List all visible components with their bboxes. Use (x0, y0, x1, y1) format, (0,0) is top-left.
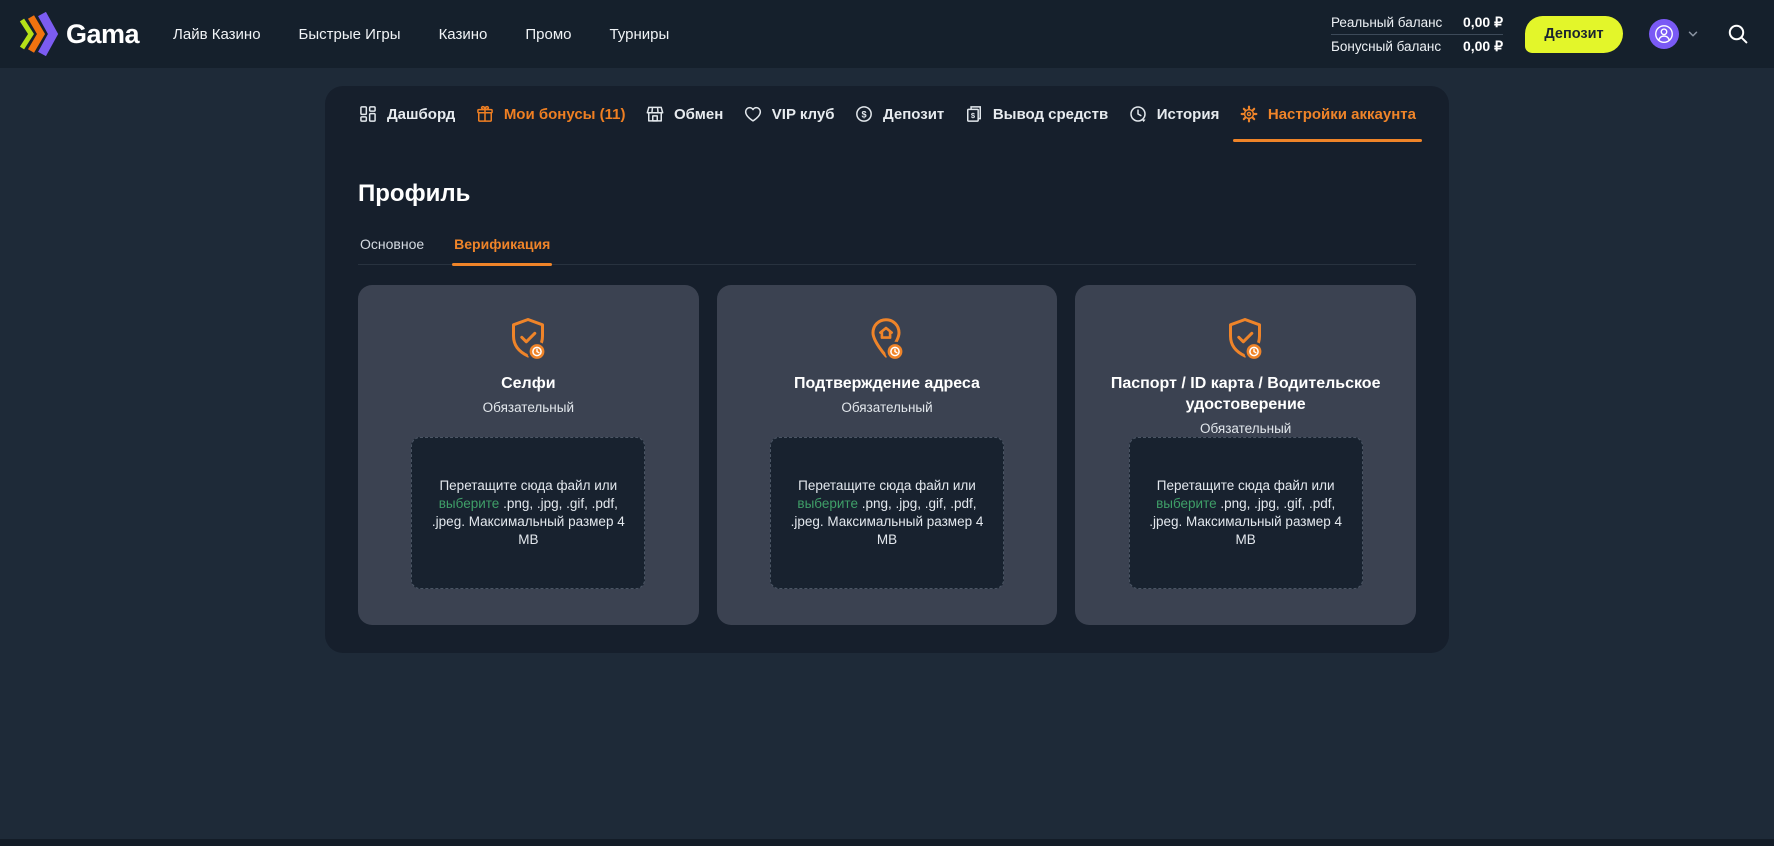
top-header: Gama Лайв Казино Быстрые Игры Казино Про… (0, 0, 1774, 68)
page-title: Профиль (358, 180, 1416, 208)
deposit-button[interactable]: Депозит (1525, 16, 1623, 53)
card-title: Паспорт / ID карта / Водительское удосто… (1105, 373, 1387, 415)
verification-card-passport: Паспорт / ID карта / Водительское удосто… (1075, 285, 1416, 625)
tab-history[interactable]: История (1128, 86, 1220, 142)
tab-withdrawal[interactable]: $ Вывод средств (964, 86, 1108, 142)
real-balance-value: 0,00 ₽ (1463, 14, 1503, 31)
bonus-balance-label: Бонусный баланс (1331, 39, 1441, 54)
verification-card-address: Подтверждение адреса Обязательный Перета… (717, 285, 1058, 625)
gift-icon (475, 104, 495, 124)
logo-text: Gama (66, 19, 139, 50)
subtab-main[interactable]: Основное (358, 236, 426, 264)
svg-text:$: $ (861, 109, 866, 119)
verification-cards: Селфи Обязательный Перетащите сюда файл … (358, 285, 1416, 625)
shield-check-clock-icon (1222, 315, 1269, 362)
tab-vip-club[interactable]: VIP клуб (743, 86, 835, 142)
address-pin-clock-icon (863, 315, 910, 362)
tab-deposit[interactable]: $ Депозит (854, 86, 944, 142)
shop-icon (645, 104, 665, 124)
real-balance-row: Реальный баланс 0,00 ₽ (1331, 11, 1503, 34)
main-content: Дашборд Мои бонусы (11) (0, 86, 1774, 653)
profile-subtabs: Основное Верификация (358, 236, 1416, 265)
tab-label: Настройки аккаунта (1268, 106, 1416, 123)
file-dropzone[interactable]: Перетащите сюда файл или выберите .png, … (411, 437, 645, 589)
dropzone-text: Перетащите сюда файл или выберите .png, … (1143, 477, 1349, 549)
card-title: Селфи (387, 373, 669, 394)
choose-file-link[interactable]: выберите (797, 496, 858, 511)
account-menu[interactable] (1649, 19, 1700, 49)
logo[interactable]: Gama (16, 8, 139, 60)
avatar[interactable] (1649, 19, 1679, 49)
subtab-verification[interactable]: Верификация (452, 236, 552, 264)
tab-label: Депозит (883, 106, 944, 123)
banknotes-icon: $ (964, 104, 984, 124)
user-icon (1653, 23, 1675, 45)
tab-label: Вывод средств (993, 106, 1108, 123)
chevron-down-icon[interactable] (1686, 27, 1700, 41)
subtab-label: Основное (360, 236, 424, 252)
tab-dashboard[interactable]: Дашборд (358, 86, 455, 142)
footer-strip (0, 839, 1774, 846)
history-clock-icon (1128, 104, 1148, 124)
bonus-balance-row: Бонусный баланс 0,00 ₽ (1331, 35, 1503, 58)
tab-my-bonuses[interactable]: Мои бонусы (11) (475, 86, 626, 142)
verification-card-selfie: Селфи Обязательный Перетащите сюда файл … (358, 285, 699, 625)
nav-tournaments[interactable]: Турниры (609, 26, 669, 43)
subtab-label: Верификация (454, 236, 550, 252)
choose-file-link[interactable]: выберите (1156, 496, 1217, 511)
search-button[interactable] (1726, 22, 1750, 46)
file-dropzone[interactable]: Перетащите сюда файл или выберите .png, … (770, 437, 1004, 589)
dropzone-text: Перетащите сюда файл или выберите .png, … (425, 477, 631, 549)
tab-label: Обмен (674, 106, 723, 123)
file-dropzone[interactable]: Перетащите сюда файл или выберите .png, … (1129, 437, 1363, 589)
heart-icon (743, 104, 763, 124)
nav-live-casino[interactable]: Лайв Казино (173, 26, 261, 43)
search-icon (1726, 22, 1750, 46)
nav-promo[interactable]: Промо (525, 26, 571, 43)
account-tabbar: Дашборд Мои бонусы (11) (358, 86, 1416, 142)
tab-label: VIP клуб (772, 106, 835, 123)
nav-fast-games[interactable]: Быстрые Игры (299, 26, 401, 43)
card-required-label: Обязательный (717, 400, 1058, 415)
tab-label: Дашборд (387, 106, 455, 123)
svg-text:$: $ (971, 111, 976, 120)
nav-casino[interactable]: Казино (439, 26, 488, 43)
tab-exchange[interactable]: Обмен (645, 86, 723, 142)
choose-file-link[interactable]: выберите (439, 496, 500, 511)
header-right: Реальный баланс 0,00 ₽ Бонусный баланс 0… (1331, 11, 1750, 58)
real-balance-label: Реальный баланс (1331, 15, 1442, 30)
shield-check-clock-icon (505, 315, 552, 362)
tab-account-settings[interactable]: Настройки аккаунта (1239, 86, 1416, 142)
dropzone-text: Перетащите сюда файл или выберите .png, … (784, 477, 990, 549)
card-title: Подтверждение адреса (746, 373, 1028, 394)
card-required-label: Обязательный (358, 400, 699, 415)
bonus-balance-value: 0,00 ₽ (1463, 38, 1503, 55)
balance-block: Реальный баланс 0,00 ₽ Бонусный баланс 0… (1331, 11, 1503, 58)
tab-label: Мои бонусы (11) (504, 106, 626, 123)
card-required-label: Обязательный (1075, 421, 1416, 436)
account-panel: Дашборд Мои бонусы (11) (325, 86, 1449, 653)
tab-label: История (1157, 106, 1220, 123)
gama-logo-icon (16, 8, 60, 60)
coin-icon: $ (854, 104, 874, 124)
main-nav: Лайв Казино Быстрые Игры Казино Промо Ту… (173, 26, 669, 43)
gear-icon (1239, 104, 1259, 124)
dashboard-icon (358, 104, 378, 124)
